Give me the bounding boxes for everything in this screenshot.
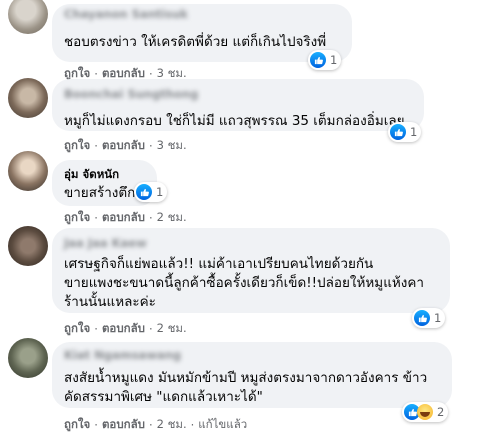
comment-bubble: Kiat Ngamsawang สงสัยน้ำหมูแดง มันหมักข้…: [52, 342, 452, 408]
comment-text-line: ชอบตรงข่าว ให้เครดิตพี่ด้วย แต่ก็เกินไปจ…: [64, 34, 327, 50]
comment-author[interactable]: Boonchai Sungthong: [64, 87, 412, 102]
reaction-summary[interactable]: 1: [134, 182, 168, 202]
like-icon: [136, 184, 152, 200]
separator-dot: ·: [148, 211, 153, 225]
avatar[interactable]: [8, 226, 48, 266]
reaction-summary[interactable]: 1: [388, 122, 422, 142]
comment-text-line: ร้านนั้นแหละค่ะ: [64, 294, 156, 310]
separator-dot: ·: [148, 139, 153, 153]
avatar[interactable]: [8, 151, 48, 191]
like-link[interactable]: ถูกใจ: [64, 416, 90, 434]
avatar[interactable]: [8, 78, 48, 118]
like-icon: [390, 124, 406, 140]
like-link[interactable]: ถูกใจ: [64, 137, 90, 155]
comment-bubble: Chayanon Santisuk ชอบตรงข่าว ให้เครดิตพี…: [52, 4, 352, 62]
reply-link[interactable]: ตอบกลับ: [102, 320, 145, 338]
comment-author[interactable]: Jaa Jaa Kaew: [64, 236, 438, 251]
reaction-count: 2: [437, 405, 445, 419]
comment-author[interactable]: อุ่ม จัดหนัก: [64, 167, 145, 182]
reaction-count: 1: [410, 125, 418, 139]
separator-dot: ·: [94, 322, 98, 336]
comment-author[interactable]: Chayanon Santisuk: [64, 7, 340, 22]
reaction-summary[interactable]: 2: [402, 402, 449, 422]
avatar[interactable]: [8, 0, 48, 34]
separator-dot: ·: [94, 418, 98, 432]
comment-author[interactable]: Kiat Ngamsawang: [64, 348, 440, 363]
comment-actions: ถูกใจ · ตอบกลับ · 2 ชม.: [64, 320, 187, 338]
edited-label: แก้ไขแล้ว: [198, 417, 248, 431]
reaction-count: 1: [434, 311, 442, 325]
comment-time[interactable]: 2 ชม.: [157, 416, 187, 434]
comment-text-line: หมูก็ไม่แดงกรอบ ใช่ก็ไม่มี แถวสุพรรณ 35 …: [64, 113, 405, 129]
comment-actions: ถูกใจ · ตอบกลับ · 2 ชม. · แก้ไขแล้ว: [64, 416, 247, 434]
like-link[interactable]: ถูกใจ: [64, 320, 90, 338]
comment-text-line: คัดสรรมาพิเศษ "แดกแล้วเหาะได้": [64, 389, 263, 405]
avatar[interactable]: [8, 338, 48, 378]
separator-dot: ·: [148, 322, 153, 336]
comment-text-line: เศรษฐกิจก็แย่พอแล้ว!! แม่ค้าเอาเปรียบคนไ…: [64, 256, 374, 272]
comment-time[interactable]: 2 ชม.: [157, 320, 187, 338]
comment-text: ชอบตรงข่าว ให้เครดิตพี่ด้วย แต่ก็เกินไปจ…: [64, 33, 340, 52]
comment-bubble: Boonchai Sungthong หมูก็ไม่แดงกรอบ ใช่ก็…: [52, 79, 424, 131]
reaction-count: 1: [330, 53, 338, 67]
comment-text: ขายสร้างตึก: [64, 184, 145, 203]
reaction-summary[interactable]: 1: [412, 308, 446, 328]
reaction-count: 1: [156, 185, 164, 199]
reply-link[interactable]: ตอบกลับ: [102, 416, 145, 434]
comment-text-line: ขายสร้างตึก: [64, 185, 136, 201]
separator-dot: ·: [148, 418, 153, 432]
comment-text-line: สงสัยน้ำหมูแดง มันหมักข้ามปี หมูส่งตรงมา…: [64, 370, 428, 386]
comment-text: เศรษฐกิจก็แย่พอแล้ว!! แม่ค้าเอาเปรียบคนไ…: [64, 255, 438, 312]
separator-dot: ·: [94, 139, 98, 153]
reply-link[interactable]: ตอบกลับ: [102, 209, 145, 227]
comment-actions: ถูกใจ · ตอบกลับ · 2 ชม.: [64, 209, 187, 227]
comment-text: หมูก็ไม่แดงกรอบ ใช่ก็ไม่มี แถวสุพรรณ 35 …: [64, 112, 412, 131]
haha-icon: [417, 404, 433, 420]
separator-dot: ·: [94, 211, 98, 225]
comment-actions: ถูกใจ · ตอบกลับ · 3 ชม.: [64, 137, 187, 155]
like-icon: [414, 310, 430, 326]
reply-link[interactable]: ตอบกลับ: [102, 137, 145, 155]
like-link[interactable]: ถูกใจ: [64, 209, 90, 227]
comment-text: สงสัยน้ำหมูแดง มันหมักข้ามปี หมูส่งตรงมา…: [64, 369, 440, 407]
reaction-summary[interactable]: 1: [308, 50, 342, 70]
like-icon: [310, 52, 326, 68]
separator-dot: ·: [190, 418, 195, 432]
comment-bubble: Jaa Jaa Kaew เศรษฐกิจก็แย่พอแล้ว!! แม่ค้…: [52, 228, 450, 313]
comment-time[interactable]: 2 ชม.: [157, 209, 187, 227]
comment-time[interactable]: 3 ชม.: [157, 137, 187, 155]
comment-text-line: ขายแพงชะขนาดนี้ลูกค้าซื้อครั้งเดียวก็เข็…: [64, 275, 424, 291]
